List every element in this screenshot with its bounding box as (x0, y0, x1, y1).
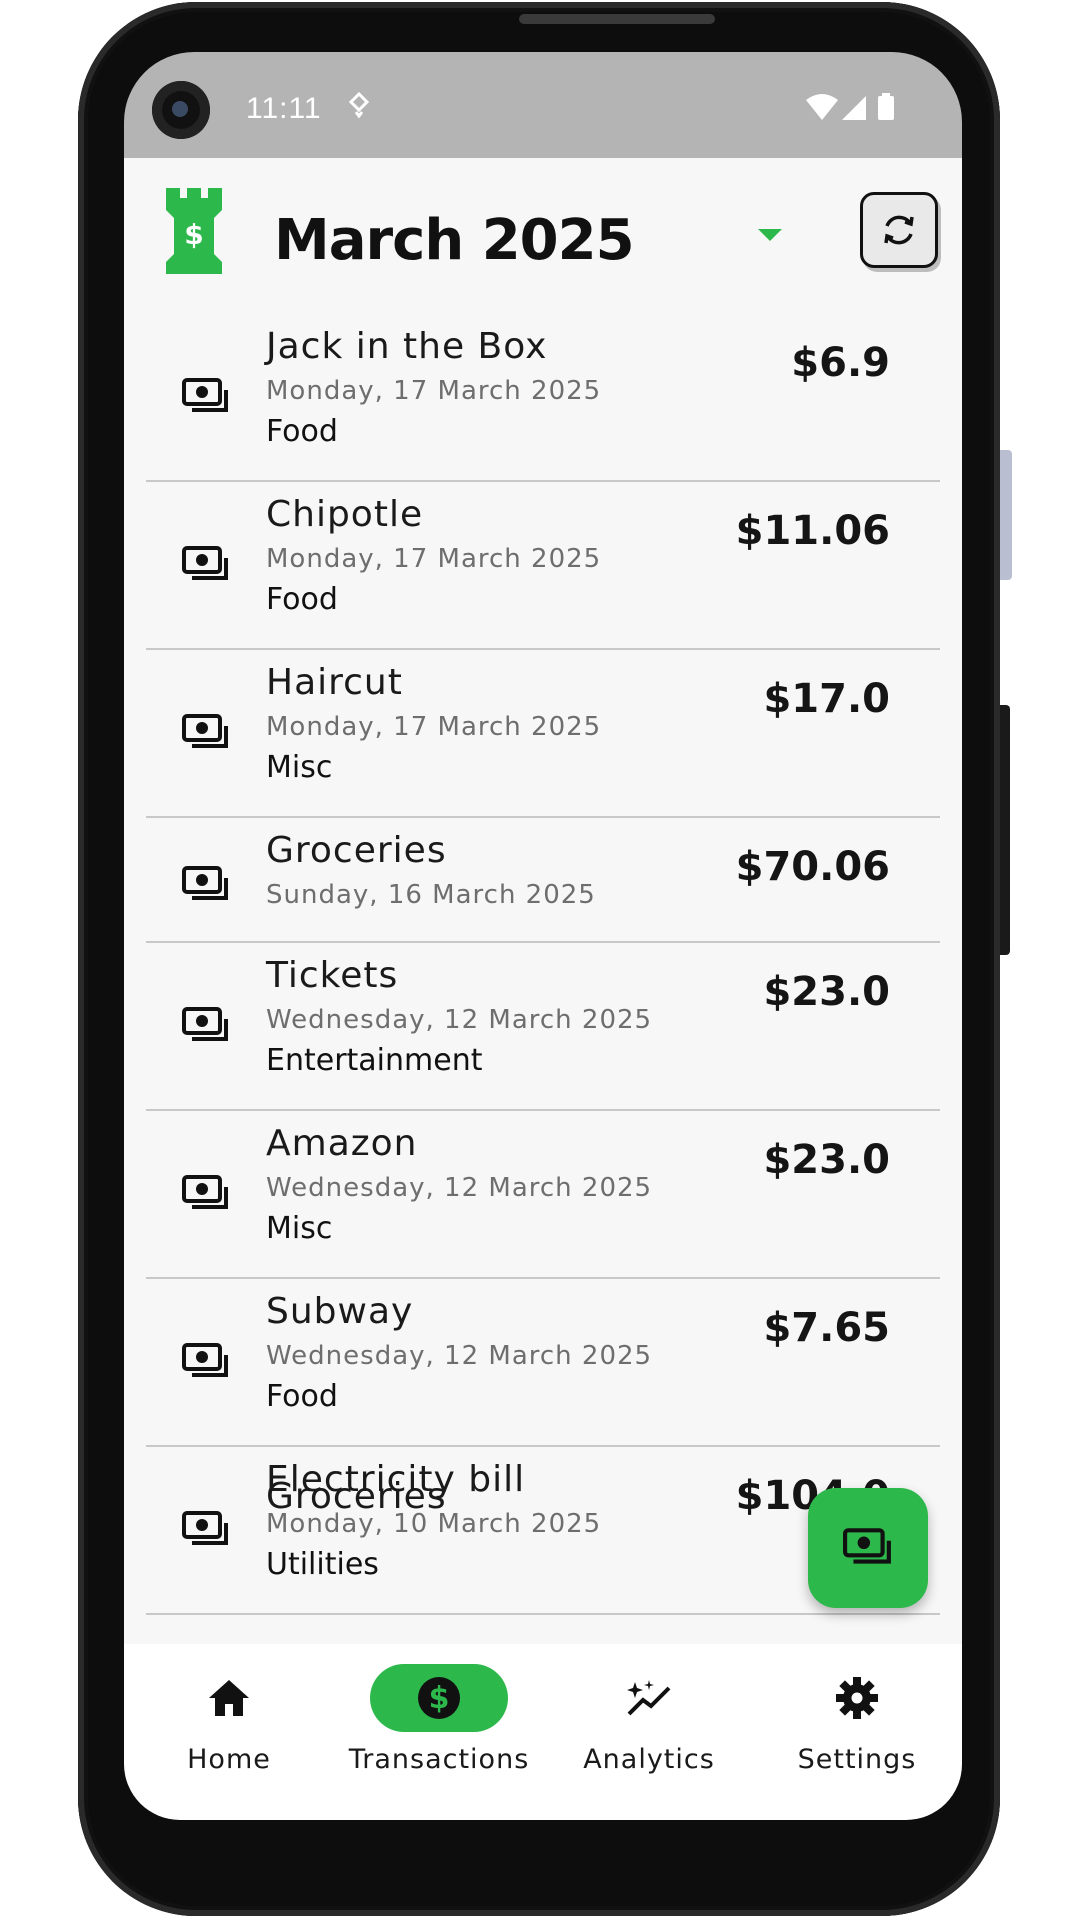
wifi-icon (806, 94, 838, 120)
svg-text:$: $ (184, 218, 203, 251)
money-icon (182, 546, 230, 588)
nav-analytics[interactable]: Analytics (544, 1664, 754, 1775)
transaction-name: Haircut (266, 662, 403, 703)
sync-button[interactable] (860, 192, 938, 268)
volume-button (1000, 450, 1012, 580)
add-transaction-button[interactable] (808, 1488, 928, 1608)
nav-label: Transactions (348, 1744, 530, 1775)
transaction-amount: $11.06 (735, 508, 890, 554)
nav-transactions[interactable]: $ Transactions (334, 1664, 544, 1775)
transaction-category: Food (266, 582, 338, 617)
money-icon (182, 1343, 230, 1385)
month-dropdown-arrow-icon[interactable] (758, 228, 782, 247)
transaction-list[interactable]: Jack in the Box Monday, 17 March 2025 Fo… (124, 314, 962, 1615)
transaction-category: Food (266, 1379, 338, 1414)
app-content: $ March 2025 Jack in the Box Monday, 17 … (124, 158, 962, 1700)
status-icons (806, 92, 906, 126)
transaction-category: Food (266, 414, 338, 449)
money-icon (182, 1511, 230, 1553)
transaction-name: Subway (266, 1291, 414, 1332)
status-time: 11:11 (246, 92, 322, 125)
front-camera (152, 81, 210, 139)
transaction-row[interactable]: Chipotle Monday, 17 March 2025 Food $11.… (146, 482, 940, 650)
transaction-date: Wednesday, 12 March 2025 (266, 1005, 653, 1035)
money-icon (182, 378, 230, 420)
transaction-amount: $7.65 (763, 1305, 890, 1351)
transaction-category: Misc (266, 750, 333, 785)
transaction-category: Entertainment (266, 1043, 483, 1078)
power-button (1000, 705, 1010, 955)
transaction-date: Wednesday, 12 March 2025 (266, 1173, 653, 1203)
transaction-name: Groceries (266, 830, 447, 871)
money-icon (182, 1007, 230, 1049)
home-icon (160, 1664, 298, 1732)
money-icon (843, 1528, 891, 1564)
status-bar: 11:11 (124, 52, 962, 158)
transaction-amount: $17.0 (763, 676, 890, 722)
signal-icon (842, 96, 866, 120)
transaction-amount: $70.06 (735, 844, 890, 890)
svg-text:$: $ (429, 1681, 450, 1716)
nav-label: Home (187, 1744, 271, 1775)
money-icon (182, 1175, 230, 1217)
transaction-name: Chipotle (266, 494, 424, 535)
transaction-date: Monday, 17 March 2025 (266, 544, 602, 574)
transaction-row[interactable]: Subway Wednesday, 12 March 2025 Food $7.… (146, 1279, 940, 1447)
transaction-name: Jack in the Box (266, 326, 548, 367)
transaction-name: Amazon (266, 1123, 418, 1164)
transaction-name: Tickets (266, 955, 399, 996)
money-icon (182, 866, 230, 908)
transaction-category: Misc (266, 1211, 333, 1246)
nav-home[interactable]: Home (124, 1664, 334, 1775)
transaction-row[interactable]: Tickets Wednesday, 12 March 2025 Enterta… (146, 943, 940, 1111)
money-icon (182, 714, 230, 756)
transaction-row[interactable]: Jack in the Box Monday, 17 March 2025 Fo… (146, 314, 940, 482)
transaction-amount: $23.0 (763, 969, 890, 1015)
gear-icon (788, 1664, 926, 1732)
sync-icon (884, 215, 914, 245)
transaction-row[interactable]: Amazon Wednesday, 12 March 2025 Misc $23… (146, 1111, 940, 1279)
nav-label: Settings (797, 1744, 917, 1775)
partial-transaction-name: Groceries (266, 1476, 447, 1517)
transaction-date: Monday, 17 March 2025 (266, 376, 602, 406)
transaction-date: Wednesday, 12 March 2025 (266, 1341, 653, 1371)
month-title[interactable]: March 2025 (274, 208, 635, 273)
header: $ March 2025 (124, 158, 962, 314)
transaction-date: Sunday, 16 March 2025 (266, 880, 596, 910)
dollar-circle-icon: $ (370, 1664, 508, 1732)
app-logo-icon: $ (162, 188, 226, 278)
location-icon (348, 91, 370, 125)
transaction-category: Utilities (266, 1547, 379, 1582)
earpiece-speaker (519, 14, 715, 24)
transaction-row[interactable]: Haircut Monday, 17 March 2025 Misc $17.0 (146, 650, 940, 818)
transaction-row[interactable]: Groceries Sunday, 16 March 2025 $70.06 (146, 818, 940, 943)
bottom-navigation: Home $ Transactions Analytics Settings (124, 1644, 962, 1820)
transaction-amount: $23.0 (763, 1137, 890, 1183)
nav-label: Analytics (583, 1744, 715, 1775)
screen: 11:11 $ March 2025 Jack in the Box Monda… (124, 52, 962, 1820)
transaction-date: Monday, 17 March 2025 (266, 712, 602, 742)
battery-icon (878, 93, 894, 120)
sparkle-trend-icon (580, 1664, 718, 1732)
transaction-amount: $6.9 (791, 340, 890, 386)
nav-settings[interactable]: Settings (752, 1664, 962, 1775)
